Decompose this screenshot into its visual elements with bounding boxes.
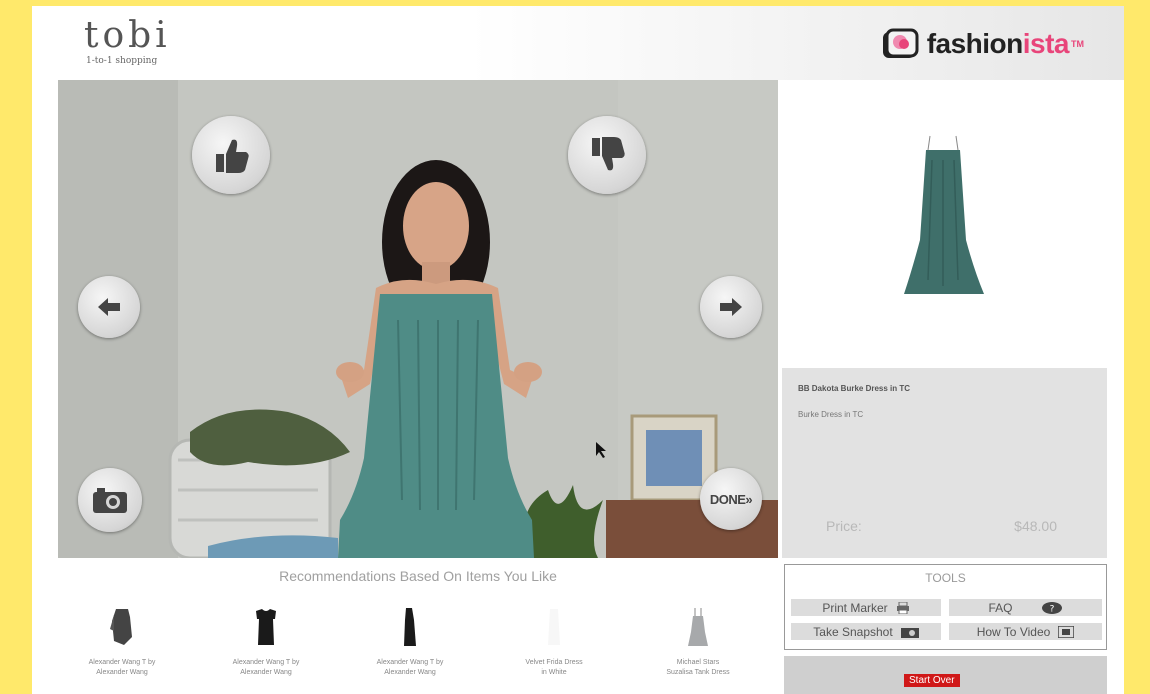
recommendation-caption-line2: Alexander Wang xyxy=(384,669,436,676)
product-title: BB Dakota Burke Dress in TC xyxy=(798,384,911,393)
recommendation-caption: Alexander Wang T by Alexander Wang xyxy=(202,658,330,678)
recommendation-caption-line1: Michael Stars xyxy=(676,659,720,666)
faq-button[interactable]: FAQ ? xyxy=(949,599,1102,616)
how-to-video-label: How To Video xyxy=(976,624,1051,639)
how-to-video-button[interactable]: How To Video xyxy=(949,623,1102,640)
arrow-left-icon xyxy=(98,298,120,316)
take-snapshot-label: Take Snapshot xyxy=(813,624,893,639)
webcam-view: DONE» xyxy=(58,80,778,558)
product-image-panel xyxy=(782,80,1107,368)
dress-thumbnail-image xyxy=(688,608,708,646)
fashionista-logo[interactable]: fashionista TM xyxy=(879,26,1084,62)
recommendation-caption-line2: in White xyxy=(541,669,567,676)
recommendation-caption-line1: Alexander Wang T by xyxy=(232,659,300,666)
fashionista-badge-icon xyxy=(882,28,919,58)
camera-icon xyxy=(900,627,919,638)
snapshot-button[interactable] xyxy=(78,468,142,532)
recommendation-item[interactable]: Velvet Frida Dress in White xyxy=(490,602,618,678)
thumbs-up-icon xyxy=(216,139,249,173)
thumbs-down-icon xyxy=(592,137,625,171)
recommendation-caption: Alexander Wang T by Alexander Wang xyxy=(58,658,186,678)
fashionista-wordmark: fashionista xyxy=(926,28,1070,60)
recommendation-caption: Alexander Wang T by Alexander Wang xyxy=(346,658,474,678)
dislike-button[interactable] xyxy=(568,116,646,194)
webcam-scene xyxy=(58,80,778,558)
printer-icon xyxy=(896,601,909,614)
price-value: $48.00 xyxy=(1014,518,1057,534)
recommendation-thumbnail xyxy=(346,602,474,652)
arrow-right-icon xyxy=(720,298,742,316)
camera-icon xyxy=(93,488,127,513)
recommendation-caption-line1: Velvet Frida Dress xyxy=(525,659,583,666)
tools-title: TOOLS xyxy=(925,571,966,585)
print-marker-button[interactable]: Print Marker xyxy=(791,599,941,616)
fashionista-wordmark-accent: ista xyxy=(1022,28,1070,59)
tools-panel: TOOLS Print Marker FAQ ? Take Snapshot H… xyxy=(784,564,1107,650)
recommendation-caption: Velvet Frida Dress in White xyxy=(490,658,618,678)
video-icon xyxy=(1058,625,1075,638)
recommendation-item[interactable]: Alexander Wang T by Alexander Wang xyxy=(58,602,186,678)
recommendation-thumbnail xyxy=(634,602,762,652)
done-label: DONE» xyxy=(709,491,753,507)
question-bubble-icon: ? xyxy=(1041,601,1062,614)
recommendation-item[interactable]: Alexander Wang T by Alexander Wang xyxy=(346,602,474,678)
trademark-mark: TM xyxy=(1071,39,1084,49)
start-over-button[interactable]: Start Over xyxy=(904,674,960,687)
recommendation-thumbnail xyxy=(202,602,330,652)
recommendation-caption-line2: Alexander Wang xyxy=(240,669,292,676)
done-button[interactable]: DONE» xyxy=(700,468,762,530)
dress-thumbnail-image xyxy=(256,609,276,645)
next-item-button[interactable] xyxy=(700,276,762,338)
svg-text:?: ? xyxy=(1049,604,1054,614)
take-snapshot-button[interactable]: Take Snapshot xyxy=(791,623,941,640)
faq-label: FAQ xyxy=(988,600,1013,615)
recommendation-thumbnail xyxy=(58,602,186,652)
print-marker-label: Print Marker xyxy=(822,600,888,615)
previous-item-button[interactable] xyxy=(78,276,140,338)
start-over-bar: Start Over xyxy=(784,656,1107,694)
fashionista-wordmark-main: fashion xyxy=(926,28,1024,59)
product-info-panel: BB Dakota Burke Dress in TC Burke Dress … xyxy=(782,368,1107,558)
dress-thumbnail-image xyxy=(404,608,416,646)
recommendation-caption-line2: Alexander Wang xyxy=(96,669,148,676)
recommendation-item[interactable]: Michael Stars Suzalisa Tank Dress xyxy=(634,602,762,678)
dress-thumbnail-image xyxy=(110,609,132,645)
recommendation-caption-line2: Suzalisa Tank Dress xyxy=(666,669,730,676)
recommendation-caption-line1: Alexander Wang T by xyxy=(376,659,444,666)
header: tobi 1-to-1 shopping fashionista TM xyxy=(32,6,1124,80)
tobi-logo[interactable]: tobi xyxy=(84,18,171,54)
price-label: Price: xyxy=(826,518,862,534)
dress-image xyxy=(904,135,984,294)
dress-thumbnail-image xyxy=(548,609,560,645)
recommendation-item[interactable]: Alexander Wang T by Alexander Wang xyxy=(202,602,330,678)
tobi-tagline: 1-to-1 shopping xyxy=(86,56,158,66)
app-page: tobi 1-to-1 shopping fashionista TM DONE… xyxy=(32,6,1124,694)
like-button[interactable] xyxy=(192,116,270,194)
recommendation-caption: Michael Stars Suzalisa Tank Dress xyxy=(634,658,762,678)
recommendation-caption-line1: Alexander Wang T by xyxy=(88,659,156,666)
recommendation-thumbnail xyxy=(490,602,618,652)
product-subtitle: Burke Dress in TC xyxy=(798,410,864,419)
recommendations-title: Recommendations Based On Items You Like xyxy=(279,568,557,584)
